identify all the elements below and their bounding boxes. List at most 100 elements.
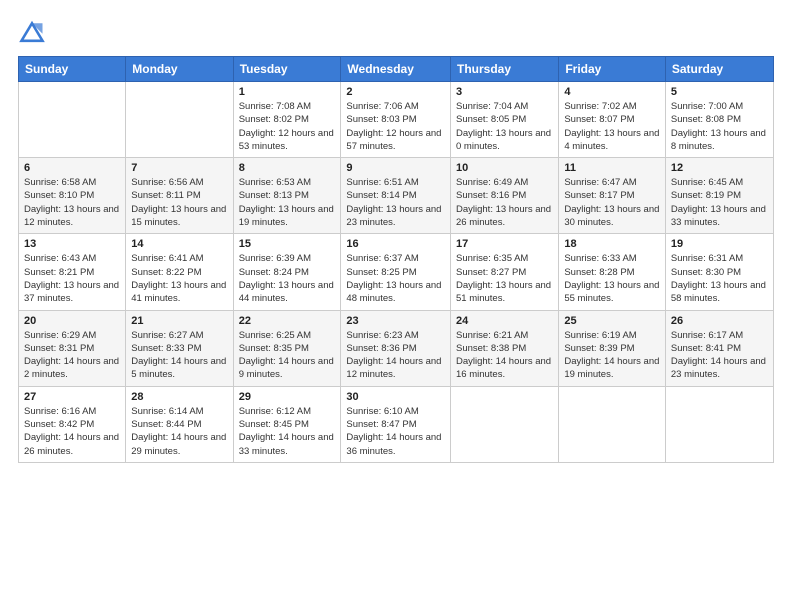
calendar-cell: [665, 386, 773, 462]
calendar-cell: 10 Sunrise: 6:49 AM Sunset: 8:16 PM Dayli…: [451, 158, 559, 234]
cell-info-text: Sunrise: 6:21 AM Sunset: 8:38 PM Dayligh…: [456, 329, 553, 382]
cell-info-text: Sunrise: 6:31 AM Sunset: 8:30 PM Dayligh…: [671, 252, 768, 305]
calendar-cell: [126, 82, 233, 158]
cell-date-number: 19: [671, 238, 768, 250]
calendar-cell: [559, 386, 666, 462]
cell-info-text: Sunrise: 7:04 AM Sunset: 8:05 PM Dayligh…: [456, 100, 553, 153]
cell-date-number: 4: [564, 86, 660, 98]
cell-date-number: 18: [564, 238, 660, 250]
cell-info-text: Sunrise: 6:37 AM Sunset: 8:25 PM Dayligh…: [346, 252, 445, 305]
page: SundayMondayTuesdayWednesdayThursdayFrid…: [0, 0, 792, 612]
calendar-cell: 24Sunrise: 6:21 AM Sunset: 8:38 PM Dayli…: [451, 310, 559, 386]
calendar-cell: 27 Sunrise: 6:16 AM Sunset: 8:42 PM Dayli…: [19, 386, 126, 462]
day-header-saturday: Saturday: [665, 57, 773, 82]
calendar-cell: 7 Sunrise: 6:56 AM Sunset: 8:11 PM Daylig…: [126, 158, 233, 234]
cell-info-text: Sunrise: 7:06 AM Sunset: 8:03 PM Dayligh…: [346, 100, 445, 153]
logo-icon: [18, 18, 46, 46]
cell-info-text: Sunrise: 7:08 AM Sunset: 8:02 PM Dayligh…: [239, 100, 336, 153]
calendar-cell: 13 Sunrise: 6:43 AM Sunset: 8:21 PM Dayli…: [19, 234, 126, 310]
cell-info-text: Sunrise: 6:12 AM Sunset: 8:45 PM Dayligh…: [239, 405, 336, 458]
cell-date-number: 6: [24, 162, 120, 174]
calendar-cell: 12 Sunrise: 6:45 AM Sunset: 8:19 PM Dayli…: [665, 158, 773, 234]
cell-date-number: 27: [24, 391, 120, 403]
day-header-monday: Monday: [126, 57, 233, 82]
calendar-week-row: 27 Sunrise: 6:16 AM Sunset: 8:42 PM Dayli…: [19, 386, 774, 462]
day-header-sunday: Sunday: [19, 57, 126, 82]
calendar-cell: 21 Sunrise: 6:27 AM Sunset: 8:33 PM Dayli…: [126, 310, 233, 386]
cell-info-text: Sunrise: 7:02 AM Sunset: 8:07 PM Dayligh…: [564, 100, 660, 153]
cell-info-text: Sunrise: 6:41 AM Sunset: 8:22 PM Dayligh…: [131, 252, 227, 305]
cell-info-text: Sunrise: 6:56 AM Sunset: 8:11 PM Dayligh…: [131, 176, 227, 229]
cell-date-number: 25: [564, 315, 660, 327]
cell-date-number: 17: [456, 238, 553, 250]
cell-info-text: Sunrise: 6:19 AM Sunset: 8:39 PM Dayligh…: [564, 329, 660, 382]
calendar-cell: 23 Sunrise: 6:23 AM Sunset: 8:36 PM Dayli…: [341, 310, 451, 386]
calendar-cell: 28Sunrise: 6:14 AM Sunset: 8:44 PM Dayli…: [126, 386, 233, 462]
day-header-friday: Friday: [559, 57, 666, 82]
cell-date-number: 15: [239, 238, 336, 250]
cell-info-text: Sunrise: 6:39 AM Sunset: 8:24 PM Dayligh…: [239, 252, 336, 305]
calendar-cell: 22Sunrise: 6:25 AM Sunset: 8:35 PM Dayli…: [233, 310, 341, 386]
cell-date-number: 7: [131, 162, 227, 174]
cell-info-text: Sunrise: 6:47 AM Sunset: 8:17 PM Dayligh…: [564, 176, 660, 229]
day-header-wednesday: Wednesday: [341, 57, 451, 82]
cell-date-number: 5: [671, 86, 768, 98]
calendar-cell: [451, 386, 559, 462]
cell-date-number: 30: [346, 391, 445, 403]
calendar-cell: 18 Sunrise: 6:33 AM Sunset: 8:28 PM Dayli…: [559, 234, 666, 310]
calendar-cell: 4 Sunrise: 7:02 AM Sunset: 8:07 PM Daylig…: [559, 82, 666, 158]
cell-info-text: Sunrise: 6:53 AM Sunset: 8:13 PM Dayligh…: [239, 176, 336, 229]
cell-info-text: Sunrise: 6:27 AM Sunset: 8:33 PM Dayligh…: [131, 329, 227, 382]
calendar-cell: 14Sunrise: 6:41 AM Sunset: 8:22 PM Dayli…: [126, 234, 233, 310]
cell-date-number: 3: [456, 86, 553, 98]
calendar-cell: 11 Sunrise: 6:47 AM Sunset: 8:17 PM Dayli…: [559, 158, 666, 234]
cell-date-number: 1: [239, 86, 336, 98]
calendar-cell: 29 Sunrise: 6:12 AM Sunset: 8:45 PM Dayli…: [233, 386, 341, 462]
cell-info-text: Sunrise: 6:58 AM Sunset: 8:10 PM Dayligh…: [24, 176, 120, 229]
cell-date-number: 10: [456, 162, 553, 174]
calendar-week-row: 6 Sunrise: 6:58 AM Sunset: 8:10 PM Daylig…: [19, 158, 774, 234]
calendar-cell: 19 Sunrise: 6:31 AM Sunset: 8:30 PM Dayli…: [665, 234, 773, 310]
calendar-cell: 6 Sunrise: 6:58 AM Sunset: 8:10 PM Daylig…: [19, 158, 126, 234]
logo: [18, 18, 50, 46]
cell-date-number: 2: [346, 86, 445, 98]
cell-date-number: 16: [346, 238, 445, 250]
cell-info-text: Sunrise: 6:45 AM Sunset: 8:19 PM Dayligh…: [671, 176, 768, 229]
day-header-thursday: Thursday: [451, 57, 559, 82]
calendar-cell: 20 Sunrise: 6:29 AM Sunset: 8:31 PM Dayli…: [19, 310, 126, 386]
cell-info-text: Sunrise: 6:14 AM Sunset: 8:44 PM Dayligh…: [131, 405, 227, 458]
cell-info-text: Sunrise: 7:00 AM Sunset: 8:08 PM Dayligh…: [671, 100, 768, 153]
day-header-tuesday: Tuesday: [233, 57, 341, 82]
cell-date-number: 13: [24, 238, 120, 250]
calendar-table: SundayMondayTuesdayWednesdayThursdayFrid…: [18, 56, 774, 463]
cell-info-text: Sunrise: 6:33 AM Sunset: 8:28 PM Dayligh…: [564, 252, 660, 305]
cell-date-number: 11: [564, 162, 660, 174]
cell-info-text: Sunrise: 6:29 AM Sunset: 8:31 PM Dayligh…: [24, 329, 120, 382]
calendar-cell: 2 Sunrise: 7:06 AM Sunset: 8:03 PM Daylig…: [341, 82, 451, 158]
calendar-cell: 26 Sunrise: 6:17 AM Sunset: 8:41 PM Dayli…: [665, 310, 773, 386]
cell-info-text: Sunrise: 6:16 AM Sunset: 8:42 PM Dayligh…: [24, 405, 120, 458]
calendar-cell: 8 Sunrise: 6:53 AM Sunset: 8:13 PM Daylig…: [233, 158, 341, 234]
cell-date-number: 20: [24, 315, 120, 327]
cell-date-number: 22: [239, 315, 336, 327]
cell-info-text: Sunrise: 6:17 AM Sunset: 8:41 PM Dayligh…: [671, 329, 768, 382]
calendar-cell: 3 Sunrise: 7:04 AM Sunset: 8:05 PM Daylig…: [451, 82, 559, 158]
cell-date-number: 26: [671, 315, 768, 327]
cell-date-number: 8: [239, 162, 336, 174]
cell-info-text: Sunrise: 6:43 AM Sunset: 8:21 PM Dayligh…: [24, 252, 120, 305]
calendar-cell: 1 Sunrise: 7:08 AM Sunset: 8:02 PM Daylig…: [233, 82, 341, 158]
cell-info-text: Sunrise: 6:49 AM Sunset: 8:16 PM Dayligh…: [456, 176, 553, 229]
calendar-cell: [19, 82, 126, 158]
cell-date-number: 23: [346, 315, 445, 327]
cell-info-text: Sunrise: 6:10 AM Sunset: 8:47 PM Dayligh…: [346, 405, 445, 458]
calendar-cell: 17 Sunrise: 6:35 AM Sunset: 8:27 PM Dayli…: [451, 234, 559, 310]
header: [18, 18, 774, 46]
cell-info-text: Sunrise: 6:35 AM Sunset: 8:27 PM Dayligh…: [456, 252, 553, 305]
calendar-cell: 16 Sunrise: 6:37 AM Sunset: 8:25 PM Dayli…: [341, 234, 451, 310]
calendar-cell: 9Sunrise: 6:51 AM Sunset: 8:14 PM Daylig…: [341, 158, 451, 234]
cell-date-number: 12: [671, 162, 768, 174]
cell-info-text: Sunrise: 6:23 AM Sunset: 8:36 PM Dayligh…: [346, 329, 445, 382]
calendar-cell: 25 Sunrise: 6:19 AM Sunset: 8:39 PM Dayli…: [559, 310, 666, 386]
cell-date-number: 21: [131, 315, 227, 327]
cell-date-number: 29: [239, 391, 336, 403]
